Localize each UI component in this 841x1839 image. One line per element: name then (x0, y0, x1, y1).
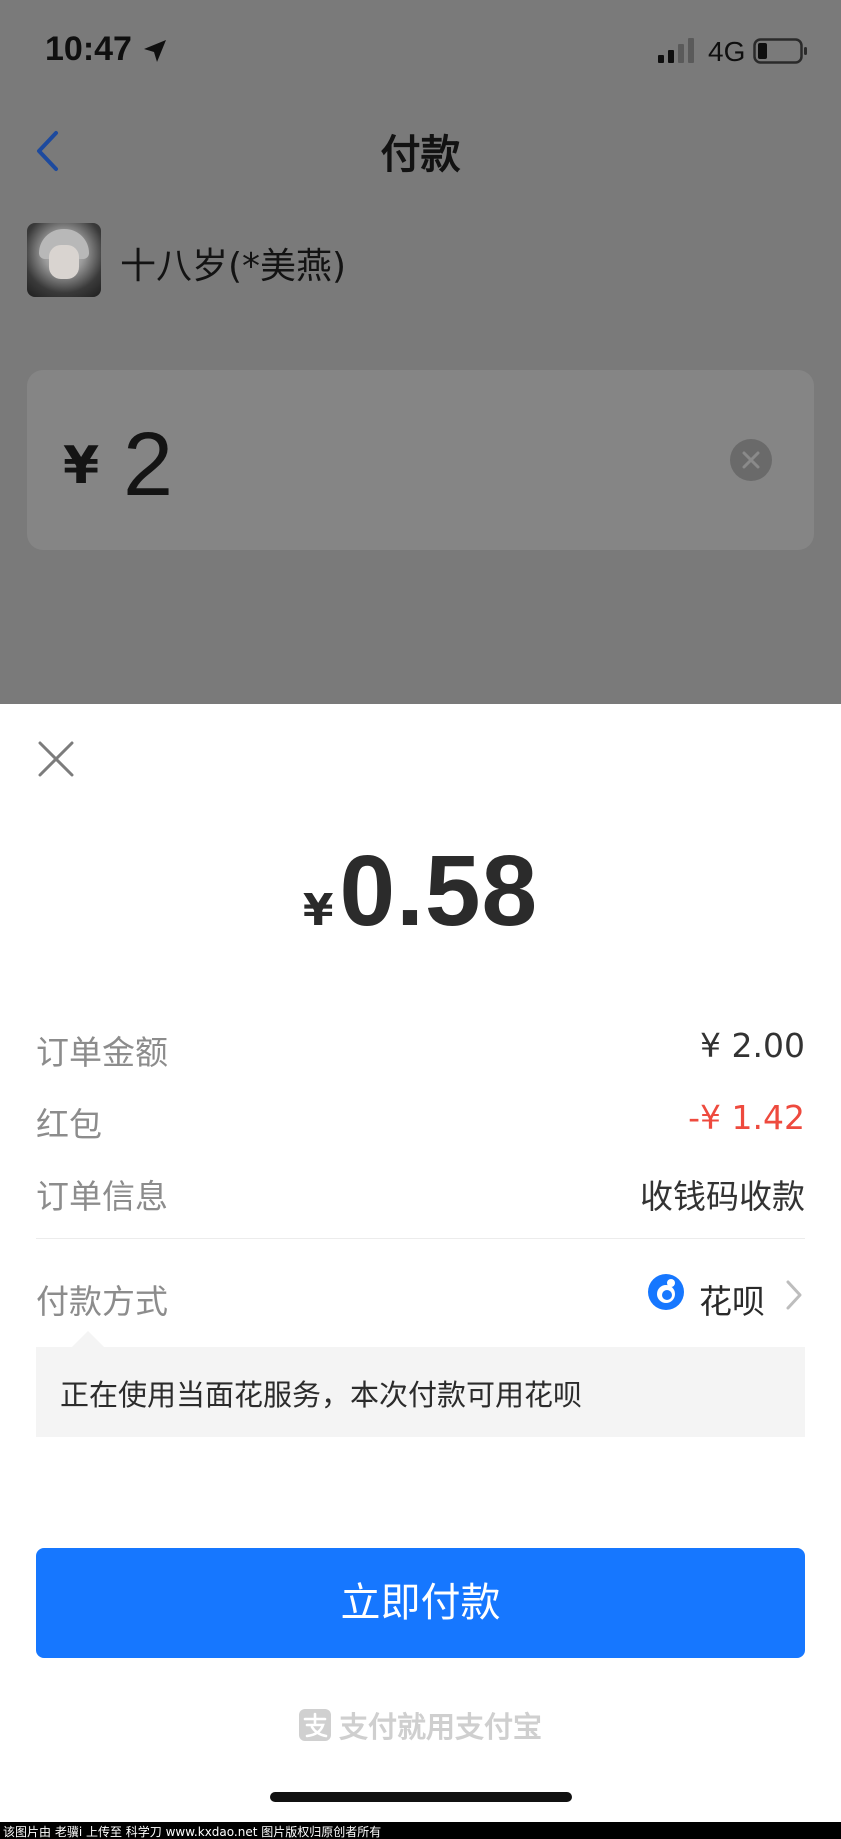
huabei-icon (648, 1274, 684, 1310)
watermark-text: 该图片由 老骥i 上传至 科学刀 www.kxdao.net 图片版权归原创者所… (3, 1825, 382, 1839)
close-icon[interactable] (37, 740, 75, 778)
huabei-tip-text: 正在使用当面花服务，本次付款可用花呗 (60, 1378, 583, 1412)
alipay-brand: 支付就用支付宝 (0, 1704, 841, 1746)
nav-bar: 付款 (0, 110, 841, 190)
signal-icon (658, 38, 694, 63)
alipay-logo-icon (298, 1709, 331, 1741)
red-packet-value: -¥ 1.42 (688, 1098, 805, 1137)
page-title: 付款 (380, 132, 461, 178)
background-page: 10:47 4G 付款 十八岁(*美燕) ¥ 2 (0, 0, 841, 704)
pay-amount: ¥0.58 (0, 834, 841, 949)
chevron-right-icon (786, 1280, 802, 1310)
amount-input-box[interactable]: ¥ 2 (27, 370, 814, 550)
huabei-tip: 正在使用当面花服务，本次付款可用花呗 (36, 1331, 805, 1437)
pay-now-button[interactable]: 立即付款 (36, 1548, 805, 1658)
red-packet-row: 红包 -¥ 1.42 (36, 1098, 805, 1148)
home-indicator (270, 1792, 572, 1802)
payment-method-label: 付款方式 (36, 1282, 168, 1321)
divider (36, 1238, 805, 1239)
alipay-slogan: 支付就用支付宝 (338, 1710, 542, 1744)
amount-input-value[interactable]: 2 (123, 414, 173, 517)
pay-amount-value: 0.58 (339, 835, 539, 947)
network-label: 4G (708, 36, 746, 67)
status-bar: 10:47 4G (0, 0, 841, 100)
watermark-strip: 该图片由 老骥i 上传至 科学刀 www.kxdao.net 图片版权归原创者所… (0, 1822, 841, 1839)
red-packet-label: 红包 (36, 1105, 102, 1144)
payment-method-row[interactable]: 付款方式 花呗 (36, 1269, 805, 1329)
status-time: 10:47 (45, 30, 132, 68)
location-arrow-icon (144, 40, 166, 62)
order-amount-label: 订单金额 (36, 1033, 168, 1072)
payment-method-value: 花呗 (699, 1282, 765, 1321)
battery-icon (753, 38, 807, 64)
payee-name: 十八岁(*美燕) (120, 246, 347, 287)
clear-icon[interactable] (729, 438, 773, 482)
order-info-row: 订单信息 收钱码收款 (36, 1170, 805, 1220)
pay-currency-symbol: ¥ (302, 885, 334, 936)
tip-arrow (72, 1331, 104, 1347)
order-info-label: 订单信息 (36, 1177, 168, 1216)
order-amount-value: ¥ 2.00 (700, 1026, 805, 1065)
order-info-value: 收钱码收款 (640, 1177, 805, 1216)
payment-sheet: ¥0.58 订单金额 ¥ 2.00 红包 -¥ 1.42 订单信息 收钱码收款 … (0, 704, 841, 1839)
order-amount-row: 订单金额 ¥ 2.00 (36, 1026, 805, 1076)
amount-currency-symbol: ¥ (63, 436, 100, 496)
avatar (27, 223, 101, 297)
